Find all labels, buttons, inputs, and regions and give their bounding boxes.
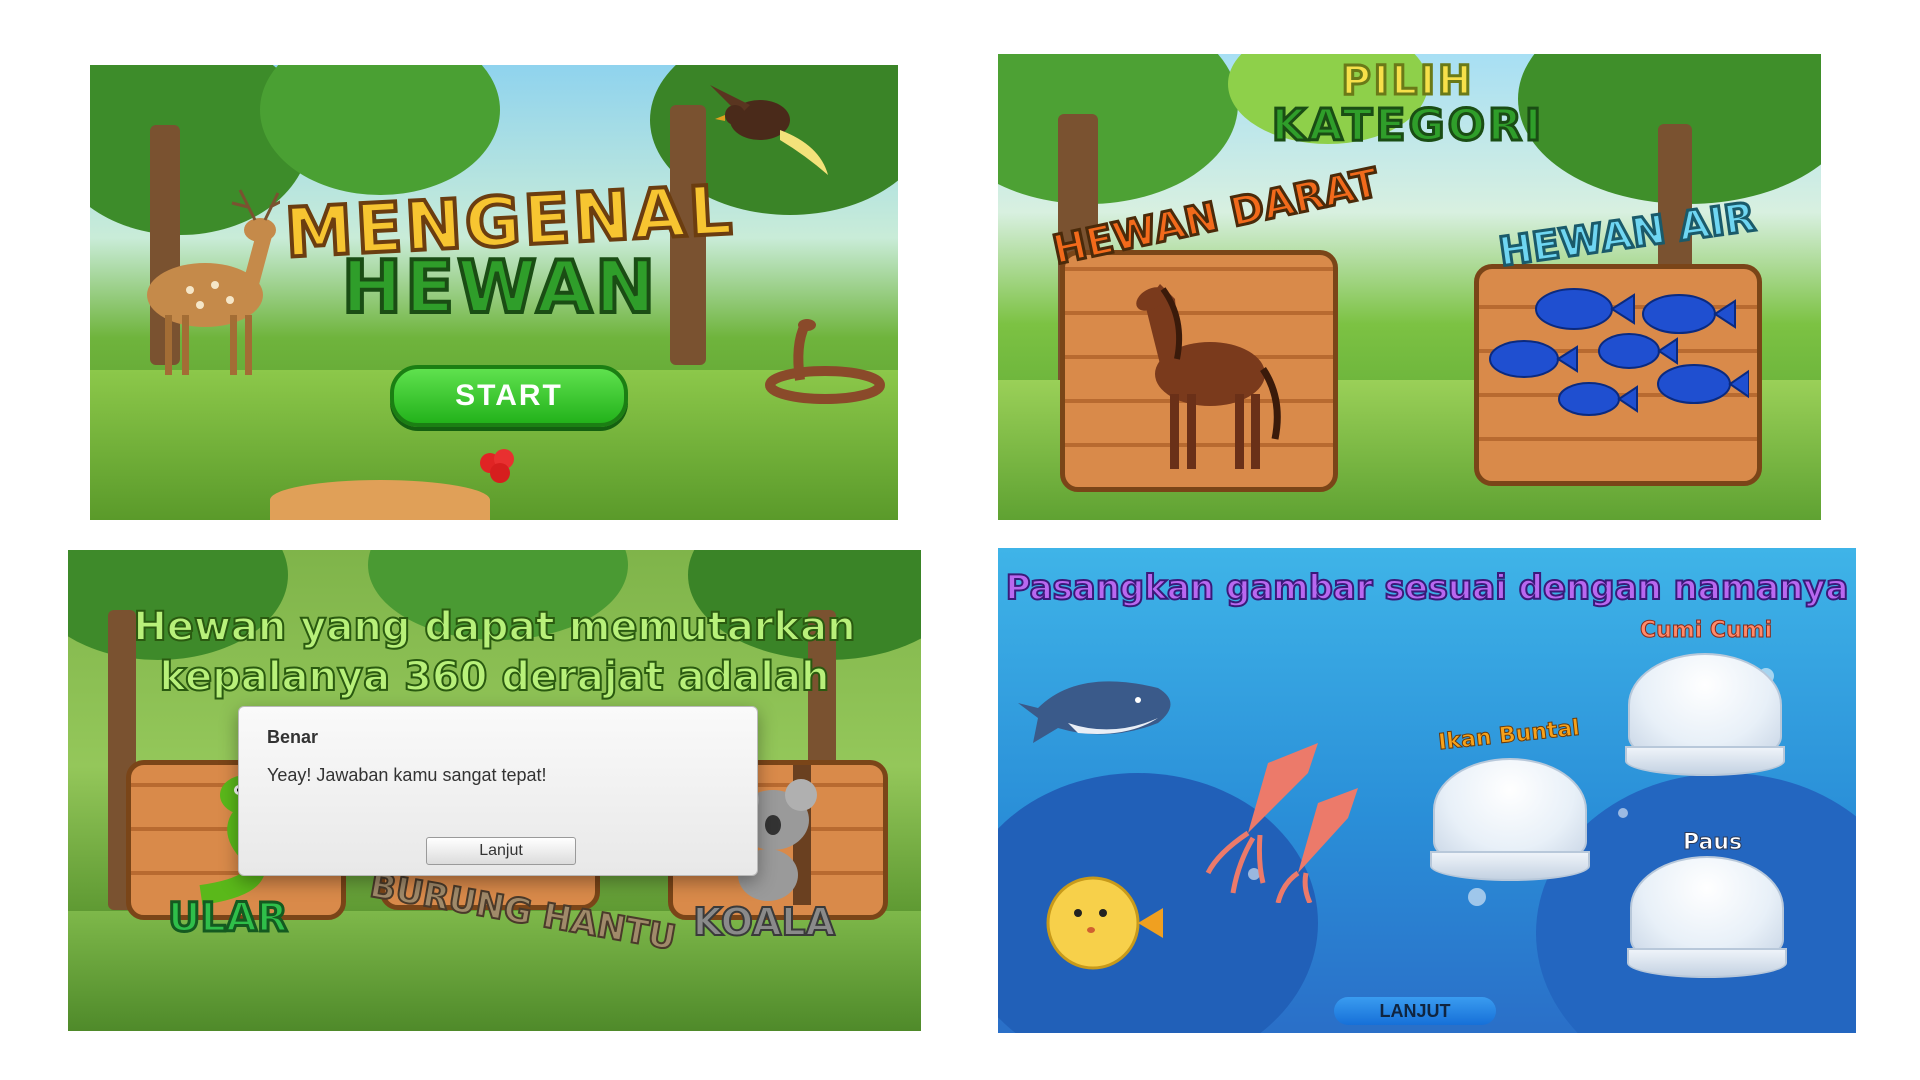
title-screen-panel: MENGENAL HEWAN START xyxy=(90,65,898,520)
flower-icon xyxy=(480,449,514,483)
dirt-path xyxy=(270,480,490,520)
tree-canopy xyxy=(998,54,1238,204)
answer-label-snake[interactable]: ULAR xyxy=(167,894,290,943)
matching-instruction: Pasangkan gambar sesuai dengan namanya xyxy=(1005,567,1850,609)
shell-drop-target-pufferfish[interactable] xyxy=(1433,758,1587,862)
shell-label-pufferfish: Ikan Buntal xyxy=(1437,715,1582,756)
bird-of-paradise-icon xyxy=(710,85,828,175)
bubble xyxy=(1618,808,1628,818)
horse-icon xyxy=(1136,284,1281,469)
blue-fish-icon xyxy=(1489,288,1749,416)
shell-drop-target-squid[interactable] xyxy=(1628,653,1782,757)
category-card-land[interactable] xyxy=(1060,250,1338,492)
next-button[interactable]: LANJUT xyxy=(1334,997,1496,1025)
deer-icon xyxy=(147,189,280,375)
game-title-line2: HEWAN xyxy=(340,243,659,331)
shell-base xyxy=(1627,948,1787,978)
shell-label-whale: Paus xyxy=(1682,830,1743,856)
shell-base xyxy=(1625,746,1785,776)
dialog-continue-button[interactable]: Lanjut xyxy=(426,837,576,865)
bubble xyxy=(1468,888,1486,906)
pufferfish-icon xyxy=(1046,876,1163,970)
dialog-title: Benar xyxy=(267,727,319,747)
matching-panel: Pasangkan gambar sesuai dengan namanya C… xyxy=(998,548,1856,1033)
category-title-line2: KATEGORI xyxy=(1270,99,1545,153)
whale-icon xyxy=(1018,681,1171,743)
quiz-panel: Hewan yang dapat memutarkan kepalanya 36… xyxy=(68,550,921,1031)
snake-icon xyxy=(765,319,885,404)
feedback-dialog: Benar Yeay! Jawaban kamu sangat tepat! L… xyxy=(238,706,758,876)
shell-label-squid: Cumi Cumi xyxy=(1639,618,1773,644)
squid-icon xyxy=(1205,743,1358,903)
question-text: Hewan yang dapat memutarkan kepalanya 36… xyxy=(132,603,856,701)
shell-base xyxy=(1430,851,1590,881)
shell-drop-target-whale[interactable] xyxy=(1630,856,1784,960)
category-card-water[interactable] xyxy=(1474,264,1762,486)
answer-label-koala[interactable]: KOALA xyxy=(692,899,836,945)
start-button[interactable]: START xyxy=(390,365,628,427)
dialog-message: Yeay! Jawaban kamu sangat tepat! xyxy=(267,765,547,785)
category-select-panel: PILIH KATEGORI HEWAN DARAT HEWAN AIR xyxy=(998,54,1821,520)
category-title-line1: PILIH xyxy=(1340,57,1475,106)
